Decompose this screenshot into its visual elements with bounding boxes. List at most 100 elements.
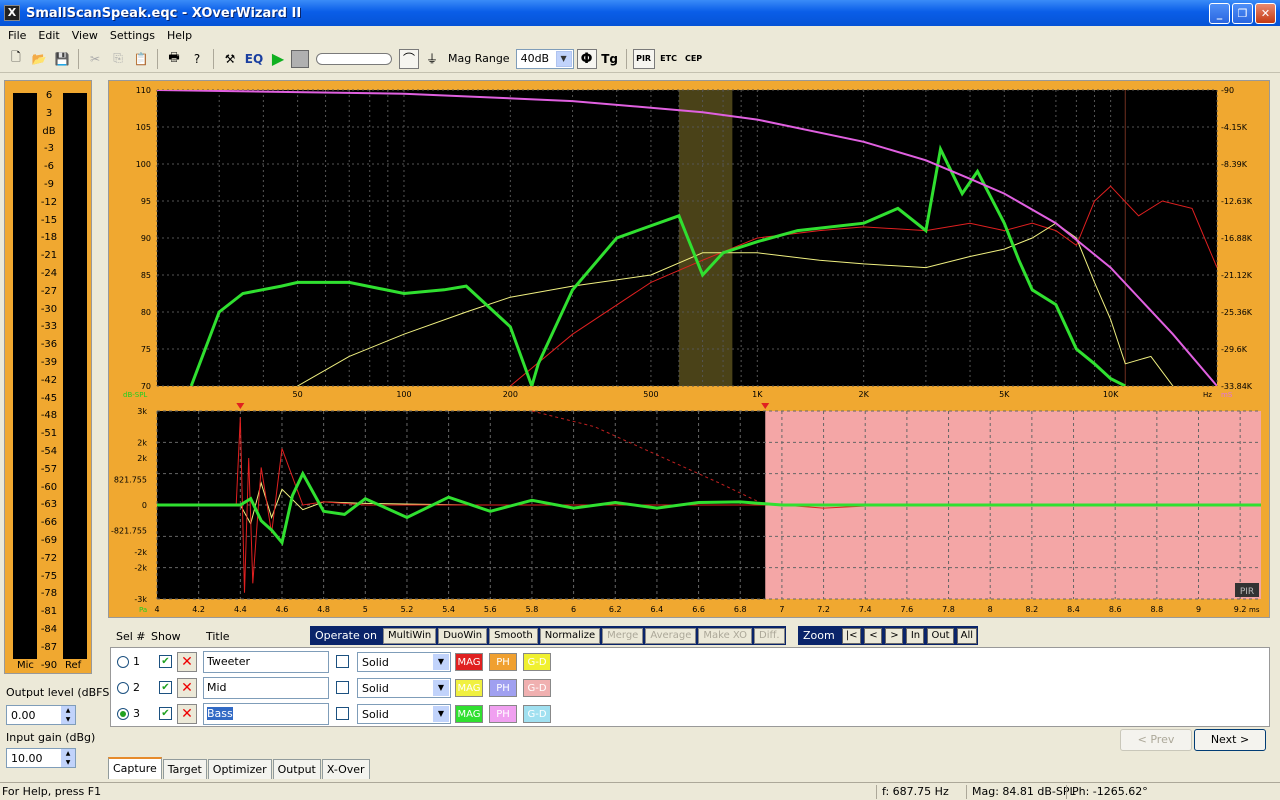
phase-color-button[interactable]: PH: [489, 679, 517, 697]
frequency-response-chart[interactable]: 110 105 100 95 90 85 80 75 70 -90 -4.15K -8.39K -12.…: [109, 81, 1269, 399]
paste-icon[interactable]: 📋: [131, 49, 151, 69]
mag-color-button[interactable]: MAG: [455, 653, 483, 671]
curve-title-input[interactable]: Bass: [203, 703, 329, 725]
new-file-icon[interactable]: 🗋: [6, 49, 26, 69]
menu-help[interactable]: Help: [161, 29, 198, 42]
phase-color-button[interactable]: PH: [489, 653, 517, 671]
delete-icon[interactable]: ✕: [177, 704, 197, 724]
option-checkbox[interactable]: [336, 655, 349, 668]
gd-color-button[interactable]: G-D: [523, 653, 551, 671]
op-normalize-button[interactable]: Normalize: [539, 627, 601, 644]
menu-file[interactable]: File: [2, 29, 32, 42]
op-makexo-button[interactable]: Make XO: [698, 627, 753, 644]
zoom-next-button[interactable]: >: [885, 627, 904, 644]
menu-settings[interactable]: Settings: [104, 29, 161, 42]
tools-icon[interactable]: ⚒: [220, 49, 240, 69]
show-checkbox[interactable]: ✔: [159, 655, 172, 668]
op-multiwin-button[interactable]: MultiWin: [382, 627, 437, 644]
impulse-icon[interactable]: ⏚: [422, 49, 442, 69]
gd-color-button[interactable]: G-D: [523, 679, 551, 697]
spinner-icon[interactable]: ▲ ▼: [61, 706, 75, 724]
zoom-out-button[interactable]: Out: [927, 627, 954, 644]
operate-on-group: Operate on MultiWin DuoWin Smooth Normalize…: [310, 626, 786, 645]
tab-strip: Capture Target Optimizer Output X-Over: [108, 757, 371, 779]
stop-icon[interactable]: [291, 49, 309, 68]
line-style-select[interactable]: Solid ▼: [357, 652, 451, 672]
option-checkbox[interactable]: [336, 707, 349, 720]
freq-response-icon[interactable]: ⌒: [399, 48, 419, 69]
spinner-icon[interactable]: ▲ ▼: [61, 749, 75, 767]
op-diff-button[interactable]: Diff.: [754, 627, 785, 644]
pir-button[interactable]: PIR: [632, 48, 655, 69]
op-merge-button[interactable]: Merge: [602, 627, 644, 644]
gd-color-button[interactable]: G-D: [523, 705, 551, 723]
maximize-button[interactable]: ❐: [1232, 3, 1253, 24]
cep-button[interactable]: CEP: [683, 49, 705, 69]
time-xtick: 7.4: [859, 605, 872, 614]
close-button[interactable]: ✕: [1255, 3, 1276, 24]
option-checkbox[interactable]: [336, 681, 349, 694]
op-duowin-button[interactable]: DuoWin: [438, 627, 488, 644]
zoom-all-button[interactable]: All: [956, 627, 978, 644]
status-frequency: f: 687.75 Hz: [882, 785, 949, 798]
select-radio[interactable]: [117, 682, 129, 694]
row-number: 1: [133, 655, 140, 668]
meter-scale-tick: -63: [40, 499, 58, 511]
cut-icon[interactable]: ✂: [85, 49, 105, 69]
play-icon[interactable]: ▶: [268, 49, 288, 69]
status-divider: [1066, 785, 1067, 799]
output-level-label: Output level (dBFS): [6, 686, 114, 699]
save-icon[interactable]: 💾: [52, 49, 72, 69]
progress-bar: [316, 52, 392, 65]
zoom-in-button[interactable]: In: [906, 627, 925, 644]
tab-target[interactable]: Target: [162, 759, 207, 779]
meter-scale-tick: -54: [40, 445, 58, 457]
context-help-icon[interactable]: ?: [187, 49, 207, 69]
op-smooth-button[interactable]: Smooth: [489, 627, 538, 644]
group-delay-button[interactable]: Tg: [600, 49, 620, 69]
menu-view[interactable]: View: [66, 29, 104, 42]
mag-range-select[interactable]: 40dB ▼: [515, 48, 574, 69]
select-radio[interactable]: [117, 708, 129, 720]
open-folder-icon[interactable]: 📂: [29, 49, 49, 69]
next-button[interactable]: Next >: [1194, 729, 1266, 751]
eq-button[interactable]: EQ: [243, 49, 265, 69]
output-level-input[interactable]: 0.00 ▲ ▼: [6, 705, 76, 725]
minimize-button[interactable]: _: [1209, 3, 1230, 24]
tab-output[interactable]: Output: [272, 759, 321, 779]
app-icon[interactable]: X: [4, 5, 20, 21]
op-average-button[interactable]: Average: [645, 627, 697, 644]
line-style-select[interactable]: Solid ▼: [357, 704, 451, 724]
show-checkbox[interactable]: ✔: [159, 707, 172, 720]
freq-ytick: 75: [141, 345, 151, 354]
show-checkbox[interactable]: ✔: [159, 681, 172, 694]
phase-color-button[interactable]: PH: [489, 705, 517, 723]
impulse-response-chart[interactable]: 3k 2k 2k 821.755 0 -821.755 -2k -2k -3k 4 4.2 4.4 4.…: [109, 403, 1269, 617]
mag-color-button[interactable]: MAG: [455, 679, 483, 697]
input-gain-input[interactable]: 10.00 ▲ ▼: [6, 748, 76, 768]
curve-title-input[interactable]: Tweeter: [203, 651, 329, 673]
etc-button[interactable]: ETC: [658, 49, 680, 69]
meter-scale: 6 3 dB -3 -6 -9 -12 -15 -18 -21 -24 -27 -30 -33 -36 -39…: [36, 87, 62, 674]
phase-button[interactable]: Φ: [576, 48, 597, 69]
window-end-marker[interactable]: [761, 403, 770, 409]
curve-title-input[interactable]: Mid: [203, 677, 329, 699]
zoom-first-button[interactable]: |<: [841, 627, 862, 644]
menu-edit[interactable]: Edit: [32, 29, 65, 42]
tab-capture[interactable]: Capture: [108, 757, 162, 779]
mag-color-button[interactable]: MAG: [455, 705, 483, 723]
delete-icon[interactable]: ✕: [177, 678, 197, 698]
tab-optimizer[interactable]: Optimizer: [207, 759, 272, 779]
print-icon[interactable]: 🖶: [164, 49, 184, 69]
meter-scale-tick: -15: [40, 214, 58, 226]
tab-xover[interactable]: X-Over: [321, 759, 370, 779]
window-start-marker[interactable]: [236, 403, 245, 409]
time-ytick: -821.755: [111, 527, 147, 536]
select-radio[interactable]: [117, 656, 129, 668]
copy-icon[interactable]: ⎘: [108, 49, 128, 69]
line-style-select[interactable]: Solid ▼: [357, 678, 451, 698]
zoom-prev-button[interactable]: <: [864, 627, 883, 644]
delete-icon[interactable]: ✕: [177, 652, 197, 672]
ref-meter: [63, 93, 87, 659]
prev-button[interactable]: < Prev: [1120, 729, 1192, 751]
